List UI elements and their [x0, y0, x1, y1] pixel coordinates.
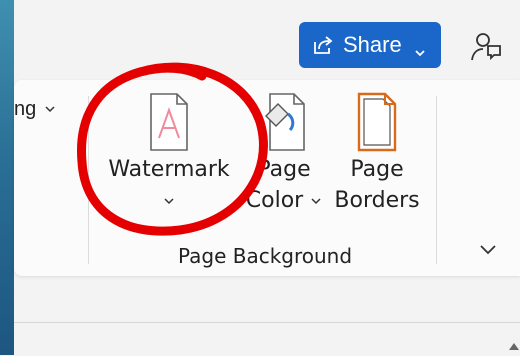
page-color-label-line1: Page — [257, 157, 311, 182]
page-color-label-text: Color — [245, 188, 304, 213]
share-label: Share — [343, 32, 402, 57]
page-color-icon — [265, 93, 305, 151]
page-borders-icon — [357, 92, 397, 152]
watermark-button[interactable]: Watermark — [108, 90, 230, 216]
chevron-down-icon — [311, 198, 321, 205]
page-color-button[interactable]: Page Color — [236, 90, 332, 216]
ruler-divider — [14, 322, 520, 323]
watermark-label: Watermark — [108, 157, 230, 182]
share-icon — [311, 33, 335, 57]
desktop-background-edge — [0, 0, 14, 355]
ribbon-group-separator — [88, 96, 89, 264]
page-borders-label-line2: Borders — [334, 188, 420, 213]
ribbon-partial-command-label[interactable]: ng — [14, 98, 36, 121]
ribbon-group-separator — [436, 96, 437, 264]
share-button[interactable]: Share — [299, 22, 441, 68]
watermark-document-icon — [150, 93, 188, 151]
chevron-down-icon — [108, 185, 230, 216]
page-borders-button[interactable]: Page Borders — [330, 90, 424, 216]
page-color-label-line2: Color — [236, 185, 332, 216]
comments-icon[interactable] — [468, 28, 504, 64]
chevron-down-icon — [414, 39, 426, 57]
title-bar-area — [14, 0, 520, 82]
ribbon-group-label: Page Background — [177, 244, 353, 268]
document-area — [14, 286, 520, 355]
collapse-ribbon-icon[interactable] — [478, 243, 498, 257]
scroll-up-arrow-icon[interactable] — [508, 338, 520, 350]
page-borders-label-line1: Page — [350, 157, 404, 182]
chevron-down-icon[interactable] — [44, 102, 56, 114]
